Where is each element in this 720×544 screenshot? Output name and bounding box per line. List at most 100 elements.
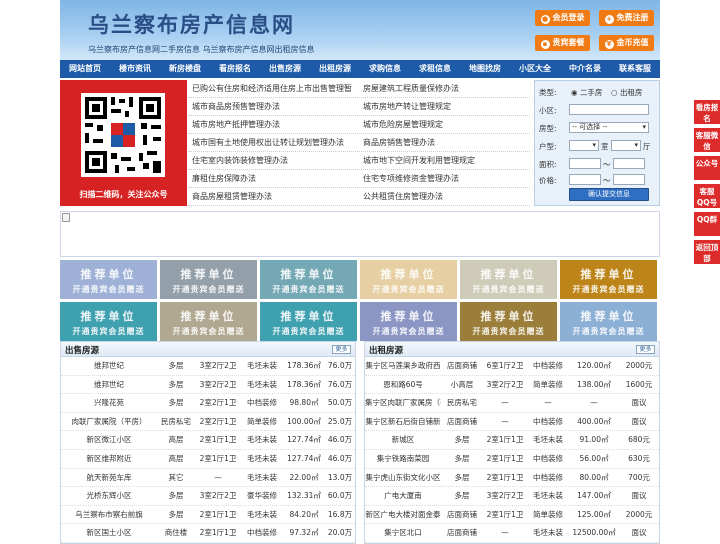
cell-community[interactable]: 新区维邦附近 — [61, 450, 157, 468]
listing-row[interactable]: 集宁区肉联厂家属房（平 民房私宅 — — — 面议 — [365, 394, 659, 413]
radio-sale[interactable]: ◉ 二手房 — [571, 87, 602, 98]
nav-communities[interactable]: 小区大全 — [510, 60, 560, 78]
policy-link[interactable]: 房屋建筑工程质量保修办法 — [359, 80, 530, 97]
listing-row[interactable]: 集宁铁路南菜园 多层 2室1厅1卫 中档装修 56.00㎡ 630元 — [365, 450, 659, 469]
recommended-unit-tile[interactable]: 推荐单位 开通贵宾会员赠送 — [560, 302, 657, 341]
nav-agents[interactable]: 中介名录 — [560, 60, 610, 78]
listing-row[interactable]: 光桥东辉小区 多层 3室2厅2卫 豪华装修 132.31㎡ 60.0万 — [61, 487, 355, 506]
listing-row[interactable]: 集宁区新石后街自铺新 店面商铺 — 中档装修 400.00㎡ 面议 — [365, 413, 659, 432]
policy-link[interactable]: 城市国有土地使用权出让转让规划管理办法 — [188, 134, 359, 151]
listing-row[interactable]: 广电大厦南 多层 3室2厅2卫 毛坯未装 147.00㎡ 面议 — [365, 487, 659, 506]
recommended-unit-tile[interactable]: 推荐单位 开通贵宾会员赠送 — [60, 302, 157, 341]
cell-community[interactable]: 肉联厂家属院（平房） — [61, 413, 157, 431]
recommended-unit-tile[interactable]: 推荐单位 开通贵宾会员赠送 — [460, 302, 557, 341]
sidebar-viewing-signup[interactable]: 看房报名 — [694, 100, 720, 124]
recommended-unit-tile[interactable]: 推荐单位 开通贵宾会员赠送 — [60, 260, 157, 299]
sidebar-wechat[interactable]: 客服微信 — [694, 128, 720, 152]
vip-package-button[interactable]: ▪ 贵宾套餐 — [535, 35, 590, 51]
nav-contact[interactable]: 联系客服 — [610, 60, 660, 78]
cell-community[interactable]: 广电大厦南 — [365, 487, 441, 505]
more-button[interactable]: 更多 — [332, 345, 351, 354]
recommended-unit-tile[interactable]: 推荐单位 开通贵宾会员赠送 — [360, 302, 457, 341]
cell-community[interactable]: 乌兰察布市察右前旗 — [61, 506, 157, 524]
recommended-unit-tile[interactable]: 推荐单位 开通贵宾会员赠送 — [160, 302, 257, 341]
more-button[interactable]: 更多 — [636, 345, 655, 354]
recommended-unit-tile[interactable]: 推荐单位 开通贵宾会员赠送 — [160, 260, 257, 299]
sidebar-official-account[interactable]: 公众号 — [694, 156, 720, 180]
cell-community[interactable]: 新区微江小区 — [61, 431, 157, 449]
cell-community[interactable]: 维邦世纪 — [61, 357, 157, 375]
recommended-unit-tile[interactable]: 推荐单位 开通贵宾会员赠送 — [560, 260, 657, 299]
recommended-unit-tile[interactable]: 推荐单位 开通贵宾会员赠送 — [360, 260, 457, 299]
cell-community[interactable]: 集宁虎山东街文化小区 — [365, 469, 441, 487]
cell-community[interactable]: 兴隆花苑 — [61, 394, 157, 412]
nav-for-rent[interactable]: 出租房源 — [310, 60, 360, 78]
listing-row[interactable]: 新区国土小区 商住楼 2室1厅1卫 中档装修 97.32㎡ 20.0万 — [61, 524, 355, 543]
listing-row[interactable]: 维邦世纪 多层 3室2厅2卫 毛坯未装 178.36㎡ 76.0万 — [61, 376, 355, 395]
listing-row[interactable]: 新区广电大楼对面金泰 店面商铺 2室1厅1卫 简单装修 125.00㎡ 2000元 — [365, 506, 659, 525]
price-min-input[interactable] — [569, 174, 601, 185]
recommended-unit-tile[interactable]: 推荐单位 开通贵宾会员赠送 — [260, 260, 357, 299]
room-select[interactable]: ▾ — [569, 140, 599, 151]
price-max-input[interactable] — [613, 174, 645, 185]
radio-rent[interactable]: ○ 出租房 — [611, 87, 642, 98]
area-min-input[interactable] — [569, 158, 601, 169]
listing-row[interactable]: 新区微江小区 高层 2室1厅1卫 毛坯未装 127.74㎡ 46.0万 — [61, 431, 355, 450]
listing-row[interactable]: 兴隆花苑 多层 2室2厅1卫 中档装修 98.80㎡ 50.0万 — [61, 394, 355, 413]
policy-link[interactable]: 商品房屋租赁管理办法 — [188, 188, 359, 205]
area-max-input[interactable] — [613, 158, 645, 169]
policy-link[interactable]: 城市房地产转让管理规定 — [359, 98, 530, 115]
nav-for-sale[interactable]: 出售房源 — [260, 60, 310, 78]
nav-wanted-rent[interactable]: 求租信息 — [410, 60, 460, 78]
cell-community[interactable]: 光桥东辉小区 — [61, 487, 157, 505]
nav-new-homes[interactable]: 新房楼盘 — [160, 60, 210, 78]
cell-community[interactable]: 维邦世纪 — [61, 376, 157, 394]
nav-wanted-buy[interactable]: 求购信息 — [360, 60, 410, 78]
nav-home[interactable]: 网站首页 — [60, 60, 110, 78]
policy-link[interactable]: 商品房销售管理办法 — [359, 134, 530, 151]
policy-link[interactable]: 廉租住房保障办法 — [188, 170, 359, 187]
cell-community[interactable]: 集宁区肉联厂家属房（平 — [365, 394, 441, 412]
cell-community[interactable]: 新区国土小区 — [61, 524, 157, 542]
sidebar-qq[interactable]: 客服QQ号 — [694, 184, 720, 208]
hall-select[interactable]: ▾ — [611, 140, 641, 151]
policy-link[interactable]: 已购公有住房和经济适用住房上市出售管理暂 — [188, 80, 359, 97]
sidebar-qq-group[interactable]: QQ群 — [694, 212, 720, 236]
policy-link[interactable]: 住宅室内装饰装修管理办法 — [188, 152, 359, 169]
nav-news[interactable]: 楼市资讯 — [110, 60, 160, 78]
nav-viewing-signup[interactable]: 看房报名 — [210, 60, 260, 78]
policy-link[interactable]: 住宅专项维修资金管理办法 — [359, 170, 530, 187]
register-button[interactable]: + 免费注册 — [599, 10, 654, 26]
listing-row[interactable]: 新城区 多层 2室1厅1卫 毛坯未装 91.00㎡ 680元 — [365, 431, 659, 450]
listing-row[interactable]: 集宁区北口 店面商铺 — 毛坯未装 12500.00㎡ 面议 — [365, 524, 659, 543]
cell-community[interactable]: 集宁区北口 — [365, 524, 441, 542]
community-input[interactable] — [569, 104, 649, 115]
cell-community[interactable]: 集宁区马莲渠乡政府西 — [365, 357, 441, 375]
policy-link[interactable]: 城市地下空间开发利用管理规定 — [359, 152, 530, 169]
nav-map[interactable]: 地图找房 — [460, 60, 510, 78]
listing-row[interactable]: 集宁区马莲渠乡政府西 店面商铺 6室1厅2卫 中档装修 120.00㎡ 2000元 — [365, 357, 659, 376]
housetype-select[interactable]: -- 可选择 -- ▾ — [569, 122, 649, 133]
policy-link[interactable]: 城市房地产抵押管理办法 — [188, 116, 359, 133]
submit-search-button[interactable]: 确认提交信息 — [569, 188, 649, 201]
listing-row[interactable]: 集宁虎山东街文化小区 多层 2室1厅1卫 中档装修 80.00㎡ 700元 — [365, 469, 659, 488]
policy-link[interactable]: 城市商品房预售管理办法 — [188, 98, 359, 115]
recommended-unit-tile[interactable]: 推荐单位 开通贵宾会员赠送 — [260, 302, 357, 341]
listing-row[interactable]: 航天新苑车库 其它 — 毛坯未装 22.00㎡ 13.0万 — [61, 469, 355, 488]
listing-row[interactable]: 肉联厂家属院（平房） 民房私宅 2室2厅1卫 简单装修 100.00㎡ 25.0万 — [61, 413, 355, 432]
cell-community[interactable]: 新城区 — [365, 431, 441, 449]
cell-community[interactable]: 集宁铁路南菜园 — [365, 450, 441, 468]
cell-community[interactable]: 集宁区新石后街自铺新 — [365, 413, 441, 431]
cell-community[interactable]: 航天新苑车库 — [61, 469, 157, 487]
listing-row[interactable]: 新区维邦附近 高层 2室1厅1卫 毛坯未装 127.74㎡ 46.0万 — [61, 450, 355, 469]
listing-row[interactable]: 维邦世纪 多层 3室2厅2卫 毛坯未装 178.36㎡ 76.0万 — [61, 357, 355, 376]
recommended-unit-tile[interactable]: 推荐单位 开通贵宾会员赠送 — [460, 260, 557, 299]
listing-row[interactable]: 乌兰察布市察右前旗 多层 2室1厅1卫 毛坯未装 84.20㎡ 16.8万 — [61, 506, 355, 525]
cell-community[interactable]: 新区广电大楼对面金泰 — [365, 506, 441, 524]
login-button[interactable]: ● 会员登录 — [535, 10, 590, 26]
cell-community[interactable]: 恩和路60号 — [365, 376, 441, 394]
listing-row[interactable]: 恩和路60号 小高层 3室2厅2卫 简单装修 138.00㎡ 1600元 — [365, 376, 659, 395]
recharge-button[interactable]: ¥ 金币充值 — [599, 35, 654, 51]
policy-link[interactable]: 城市危险房屋管理规定 — [359, 116, 530, 133]
banner-image[interactable] — [60, 211, 660, 257]
